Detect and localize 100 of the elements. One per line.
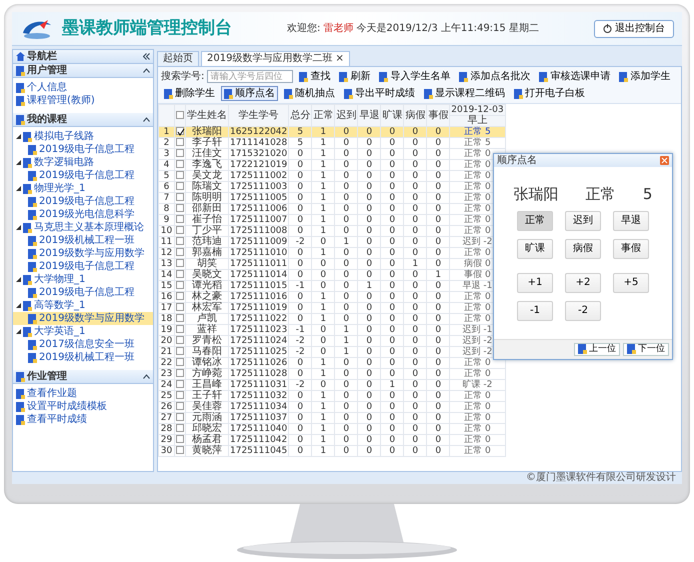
search-field[interactable]: 请输入学号后四位 <box>207 70 294 83</box>
sidebar-item[interactable]: 2019级电子信息工程 <box>13 195 153 208</box>
expand-icon[interactable] <box>16 186 21 191</box>
sidebar-item[interactable]: 2019级数学与应用数学 <box>13 247 153 260</box>
checkbox[interactable] <box>176 270 184 278</box>
sidebar-item[interactable]: 设置平时成绩模板 <box>13 400 153 413</box>
status-button[interactable]: 正常 <box>517 211 553 231</box>
sidebar-item[interactable]: 数字逻辑电路 <box>13 156 153 169</box>
sidebar-item[interactable]: 2017级信息安全一班 <box>13 338 153 351</box>
sidebar-item[interactable]: 2019级光电信息科学 <box>13 208 153 221</box>
toolbar-button[interactable]: 刷新 <box>336 69 374 84</box>
expand-icon[interactable] <box>16 160 21 165</box>
score-button[interactable]: -1 <box>517 301 553 321</box>
sidebar-item[interactable]: 马克思主义基本原理概论 <box>13 221 153 234</box>
sidebar-item[interactable]: 查看作业题 <box>13 387 153 400</box>
exit-button[interactable]: 退出控制台 <box>594 20 674 38</box>
sidebar-item[interactable]: 2019级数学与应用数学 <box>13 312 153 325</box>
checkbox[interactable] <box>176 369 184 378</box>
sidebar-item[interactable]: 2019级机械工程一班 <box>13 351 153 364</box>
checkbox[interactable] <box>176 237 184 246</box>
checkbox[interactable] <box>176 171 184 180</box>
toolbar-button[interactable]: 删除学生 <box>161 86 218 101</box>
toolbar-button[interactable]: 导入学生名单 <box>376 69 454 84</box>
checkbox[interactable] <box>176 402 184 410</box>
sidebar-item[interactable]: 大学英语_1 <box>13 325 153 338</box>
expand-icon[interactable] <box>16 134 21 139</box>
checkbox[interactable] <box>176 435 184 444</box>
checkbox[interactable] <box>176 347 184 356</box>
score-button[interactable]: -2 <box>565 301 601 321</box>
toolbar-button[interactable]: 显示课程二维码 <box>421 86 508 101</box>
checkbox[interactable] <box>176 314 184 322</box>
sidebar-item[interactable]: 物理光学_1 <box>13 182 153 195</box>
expand-icon[interactable] <box>16 225 21 230</box>
sidebar-item[interactable]: 个人信息 <box>13 81 153 94</box>
toolbar-button[interactable]: 导出平时成绩 <box>341 86 418 101</box>
toolbar-button[interactable]: 顺序点名 <box>221 86 278 101</box>
sidebar-item[interactable]: 2019级机械工程一班 <box>13 234 153 247</box>
checkbox[interactable] <box>176 248 184 256</box>
page-icon <box>379 72 388 82</box>
section-header[interactable]: 作业管理 <box>13 370 153 384</box>
checkbox[interactable] <box>176 424 184 432</box>
sidebar-item[interactable]: 大学物理_1 <box>13 273 153 286</box>
expand-icon[interactable] <box>16 329 21 334</box>
checkbox[interactable] <box>176 138 184 146</box>
collapse-icon[interactable] <box>143 117 150 122</box>
checkbox[interactable] <box>176 325 184 334</box>
sidebar-item[interactable]: 2019级电子信息工程 <box>13 143 153 156</box>
nav-button[interactable]: 上一位 <box>574 343 620 356</box>
expand-icon[interactable] <box>16 303 21 308</box>
checkbox[interactable] <box>176 391 184 400</box>
checkbox[interactable] <box>176 413 184 422</box>
nav-button[interactable]: 下一位 <box>623 343 669 356</box>
section-header[interactable]: 我的课程 <box>13 113 153 127</box>
checkbox[interactable] <box>176 281 184 290</box>
checkbox[interactable] <box>176 127 184 136</box>
checkbox[interactable] <box>176 303 184 312</box>
checkbox[interactable] <box>176 182 184 190</box>
close-icon[interactable] <box>660 156 669 165</box>
sidebar-item[interactable]: 2019级电子信息工程 <box>13 260 153 273</box>
checkbox[interactable] <box>176 358 184 366</box>
score-button[interactable]: +2 <box>565 273 601 293</box>
toolbar-button[interactable]: 随机抽点 <box>281 86 338 101</box>
collapse-icon[interactable] <box>143 53 150 60</box>
toolbar-button[interactable]: 审核选课申请 <box>536 69 614 84</box>
section-header[interactable]: 用户管理 <box>13 64 153 78</box>
checkbox[interactable] <box>176 193 184 202</box>
sidebar-item[interactable]: 2019级电子信息工程 <box>13 169 153 182</box>
collapse-icon[interactable] <box>143 374 150 379</box>
tab[interactable]: 2019级数学与应用数学二班 × <box>201 51 350 66</box>
sidebar-item[interactable]: 高等数学_1 <box>13 299 153 312</box>
score-button[interactable]: +5 <box>613 273 649 293</box>
status-button[interactable]: 病假 <box>565 239 601 259</box>
checkbox[interactable] <box>176 149 184 158</box>
sidebar-item[interactable]: 课程管理(教师) <box>13 94 153 107</box>
toolbar-button[interactable]: 查找 <box>296 69 334 84</box>
toolbar-button[interactable]: 添加点名批次 <box>456 69 534 84</box>
score-button[interactable]: +1 <box>517 273 553 293</box>
checkbox[interactable] <box>176 380 184 388</box>
checkbox[interactable] <box>176 226 184 234</box>
checkbox[interactable] <box>176 292 184 300</box>
status-button[interactable]: 早退 <box>613 211 649 231</box>
toolbar-button[interactable]: 打开电子白板 <box>511 86 588 101</box>
close-icon[interactable]: × <box>335 53 344 65</box>
checkbox[interactable] <box>176 259 184 268</box>
expand-icon[interactable] <box>16 277 21 282</box>
sidebar-item[interactable]: 模拟电子线路 <box>13 130 153 143</box>
checkbox[interactable] <box>176 160 184 168</box>
sidebar-item[interactable]: 查看平时成绩 <box>13 413 153 426</box>
status-button[interactable]: 旷课 <box>517 239 553 259</box>
toolbar-button[interactable]: 添加学生 <box>616 69 674 84</box>
checkbox[interactable] <box>176 215 184 224</box>
status-button[interactable]: 事假 <box>613 239 649 259</box>
checkbox[interactable] <box>176 336 184 344</box>
sidebar-item[interactable]: 2019级电子信息工程 <box>13 286 153 299</box>
checkbox[interactable] <box>176 446 184 454</box>
tab[interactable]: 起始页 <box>157 51 199 66</box>
checkbox[interactable] <box>176 110 184 119</box>
collapse-icon[interactable] <box>143 68 150 73</box>
status-button[interactable]: 迟到 <box>565 211 601 231</box>
checkbox[interactable] <box>176 204 184 212</box>
